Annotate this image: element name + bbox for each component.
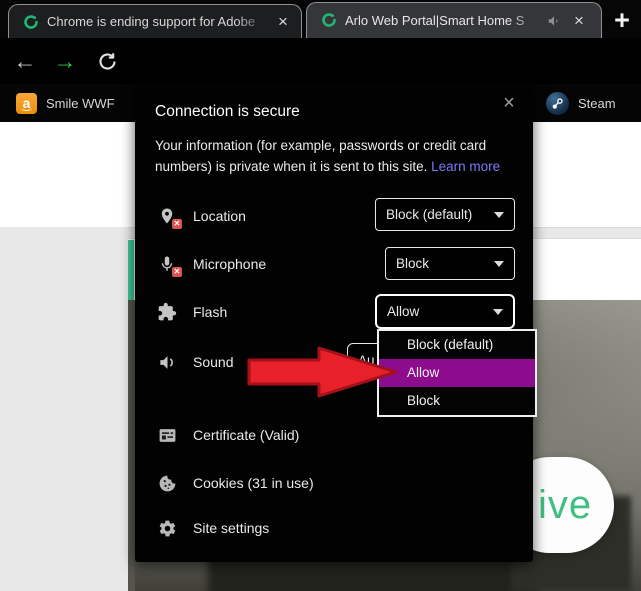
forward-button[interactable]: → — [48, 38, 82, 84]
blocked-badge-icon: ✕ — [172, 219, 182, 229]
camera-left-edge — [128, 300, 135, 591]
browser-window: Chrome is ending support for Adobe × Arl… — [0, 0, 641, 591]
arlo-favicon-icon — [23, 14, 39, 30]
chevron-down-icon — [494, 260, 504, 267]
footer-label: Certificate (Valid) — [193, 427, 300, 443]
select-value: Block — [396, 256, 430, 271]
bookmark-label: Smile WWF — [46, 95, 115, 111]
certificate-icon — [155, 426, 179, 445]
certificate-row[interactable]: Certificate (Valid) — [155, 418, 299, 452]
popup-description: Your information (for example, passwords… — [155, 135, 515, 177]
select-value: Allow — [387, 304, 420, 319]
tab-adobe-support[interactable]: Chrome is ending support for Adobe × — [8, 4, 302, 38]
microphone-blocked-icon: ✕ — [155, 254, 182, 277]
menu-option-block[interactable]: Block — [379, 387, 535, 415]
navigation-toolbar: ← → my.arlo.com/#/cameras — [0, 38, 641, 118]
tab-arlo-portal[interactable]: Arlo Web Portal|Smart Home S × — [306, 2, 602, 38]
cookie-icon — [155, 474, 179, 493]
reload-button[interactable] — [90, 38, 124, 84]
permission-label: Flash — [193, 304, 228, 320]
tab-close-icon[interactable]: × — [567, 3, 591, 38]
tab-strip: Chrome is ending support for Adobe × Arl… — [0, 0, 641, 38]
chevron-down-icon — [494, 211, 504, 218]
bookmark-smile-wwf[interactable]: a Smile WWF — [16, 84, 115, 122]
bookmark-label: Steam — [578, 95, 616, 111]
flash-permission-menu: Block (default) Allow Block — [377, 329, 537, 417]
permission-label: Location — [193, 208, 246, 224]
amazon-smile-icon: a — [16, 92, 37, 114]
permission-label: Microphone — [193, 256, 267, 272]
chevron-down-icon — [493, 308, 503, 315]
speaker-icon — [155, 353, 179, 372]
location-permission-select[interactable]: Block (default) — [375, 198, 515, 231]
microphone-permission-select[interactable]: Block — [385, 247, 515, 280]
permission-label: Sound — [193, 354, 234, 370]
permission-row-microphone: ✕ Microphone — [155, 247, 266, 281]
back-button[interactable]: ← — [8, 38, 42, 84]
red-arrow-annotation — [247, 345, 399, 404]
tab-close-icon[interactable]: × — [271, 5, 295, 38]
menu-option-allow[interactable]: Allow — [379, 359, 535, 387]
cookies-row[interactable]: Cookies (31 in use) — [155, 466, 314, 500]
footer-label: Cookies (31 in use) — [193, 475, 314, 491]
learn-more-link[interactable]: Learn more — [431, 159, 500, 174]
popup-title: Connection is secure — [155, 103, 300, 120]
blocked-badge-icon: ✕ — [172, 267, 182, 277]
steam-icon — [546, 91, 569, 115]
location-pin-blocked-icon: ✕ — [155, 206, 182, 229]
permission-row-location: ✕ Location — [155, 199, 246, 233]
footer-label: Site settings — [193, 520, 270, 536]
site-info-popup: × Connection is secure Your information … — [135, 83, 533, 562]
tab-title-fade — [235, 6, 269, 37]
site-settings-row[interactable]: Site settings — [155, 511, 269, 545]
page-side-panel — [0, 227, 128, 591]
flash-permission-select[interactable]: Allow — [375, 294, 515, 329]
bookmark-steam[interactable]: Steam — [546, 84, 616, 122]
permission-row-sound: Sound — [155, 345, 233, 379]
permission-row-flash: Flash — [155, 295, 227, 329]
popup-close-icon[interactable]: × — [497, 91, 521, 115]
tab-audio-icon[interactable] — [547, 14, 561, 33]
gear-icon — [155, 519, 179, 538]
new-tab-button[interactable]: + — [604, 4, 640, 36]
menu-option-block-default[interactable]: Block (default) — [379, 331, 535, 359]
puzzle-piece-icon — [155, 302, 179, 322]
tab-title-fade — [509, 4, 543, 37]
selected-camera-accent-bar — [128, 240, 134, 300]
arlo-favicon-icon — [321, 12, 337, 28]
select-value: Block (default) — [386, 207, 473, 222]
